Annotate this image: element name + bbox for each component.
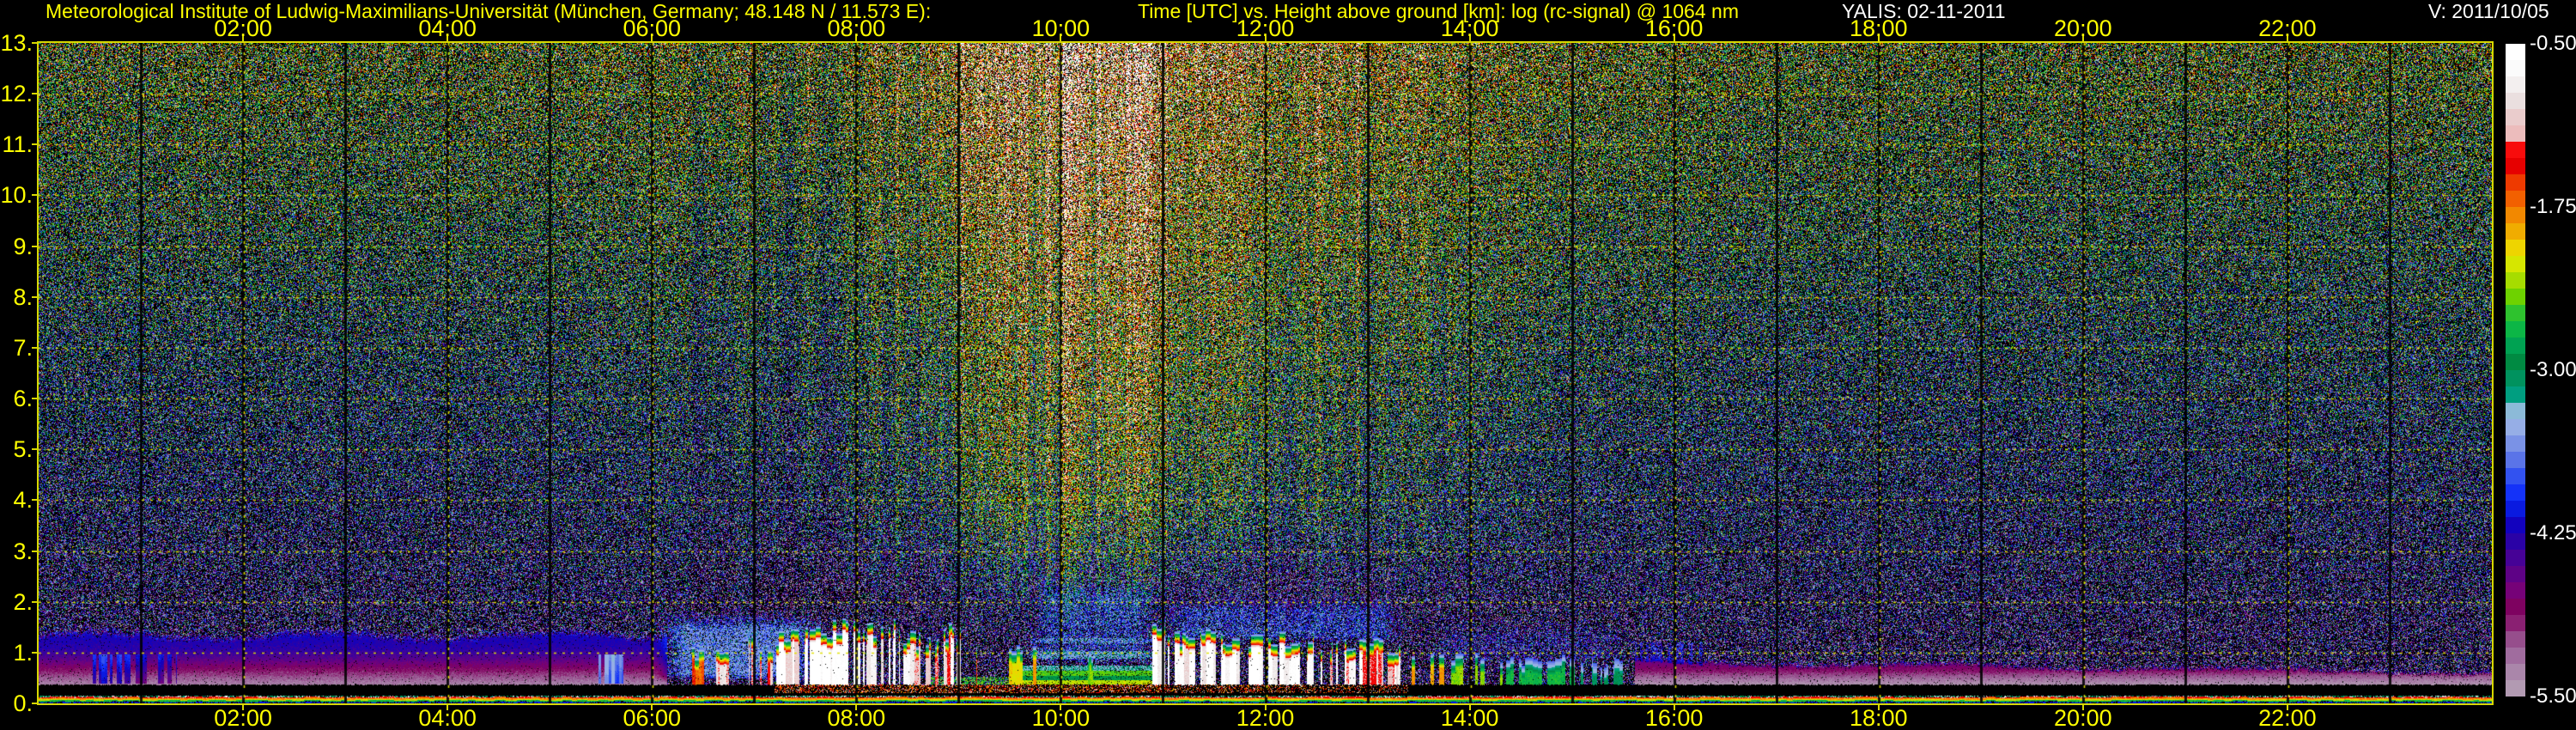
y-tick-label: 10.: [0, 182, 33, 209]
colorbar-label: -5.50: [2530, 684, 2576, 708]
colorbar-step: [2506, 158, 2525, 174]
colorbar-step: [2506, 517, 2525, 533]
colorbar-step: [2506, 76, 2525, 93]
colorbar-step: [2506, 142, 2525, 158]
plot-frame: [37, 41, 2494, 705]
colorbar-step: [2506, 631, 2525, 648]
page: { "header": { "institute": "Meteorologic…: [0, 0, 2576, 730]
colorbar-step: [2506, 207, 2525, 223]
colorbar-label: -4.25: [2530, 521, 2576, 544]
y-tick-label: 0.: [13, 690, 33, 716]
axis-tick: [242, 705, 245, 710]
y-tick-label: 4.: [13, 487, 33, 514]
colorbar-step: [2506, 191, 2525, 207]
axis-tick: [1468, 705, 1471, 710]
colorbar-step: [2506, 501, 2525, 517]
colorbar-step: [2506, 664, 2525, 680]
y-tick-label: 12.: [0, 81, 33, 107]
colorbar-step: [2506, 566, 2525, 582]
y-tick-label: 9.: [13, 233, 33, 259]
colorbar-step: [2506, 256, 2525, 272]
colorbar-label: -0.50: [2530, 32, 2576, 55]
colorbar-step: [2506, 484, 2525, 501]
y-tick-label: 1.: [13, 639, 33, 666]
y-tick-label: 7.: [13, 334, 33, 361]
colorbar-step: [2506, 305, 2525, 321]
axis-tick: [651, 705, 653, 710]
version-label: V: 2011/10/05: [2428, 0, 2549, 22]
colorbar-step: [2506, 615, 2525, 631]
axis-tick: [2286, 705, 2288, 710]
colorbar-step: [2506, 648, 2525, 664]
colorbar-step: [2506, 174, 2525, 191]
colorbar-step: [2506, 44, 2525, 60]
colorbar-label: -1.75: [2530, 195, 2576, 218]
colorbar-step: [2506, 582, 2525, 599]
colorbar-step: [2506, 289, 2525, 305]
colorbar-step: [2506, 680, 2525, 697]
colorbar-step: [2506, 419, 2525, 435]
axis-tick: [1673, 705, 1675, 710]
colorbar-step: [2506, 93, 2525, 109]
colorbar-step: [2506, 370, 2525, 386]
colorbar-step: [2506, 60, 2525, 76]
axis-tick: [1877, 705, 1880, 710]
institute-title: Meteorological Institute of Ludwig-Maxim…: [46, 0, 932, 22]
colorbar-step: [2506, 240, 2525, 256]
colorbar-step: [2506, 403, 2525, 419]
axis-tick: [2081, 705, 2084, 710]
y-tick-label: 8.: [13, 283, 33, 310]
y-tick-label: 6.: [13, 386, 33, 412]
colorbar-step: [2506, 109, 2525, 125]
y-tick-label: 13.: [0, 30, 33, 56]
colorbar-step: [2506, 223, 2525, 240]
colorbar-step: [2506, 125, 2525, 142]
colorbar-step: [2506, 272, 2525, 289]
colorbar-step: [2506, 321, 2525, 338]
colorbar-step: [2506, 338, 2525, 354]
colorbar-step: [2506, 452, 2525, 468]
colorbar-step: [2506, 533, 2525, 550]
colorbar-step: [2506, 354, 2525, 370]
colorbar-step: [2506, 599, 2525, 615]
axis-tick: [447, 705, 449, 710]
y-tick-label: 5.: [13, 436, 33, 463]
lidar-heatmap-canvas: [39, 43, 2492, 703]
colorbar-step: [2506, 386, 2525, 403]
colorbar-step: [2506, 550, 2525, 566]
axis-tick: [1060, 705, 1062, 710]
y-tick-label: 11.: [2, 131, 33, 158]
axis-tick: [1264, 705, 1267, 710]
y-tick-label: 3.: [13, 538, 33, 564]
colorbar-step: [2506, 468, 2525, 484]
colorbar: [2506, 44, 2525, 697]
colorbar-step: [2506, 435, 2525, 452]
axis-tick: [855, 705, 858, 710]
colorbar-label: -3.00: [2530, 358, 2576, 381]
y-tick-label: 2.: [13, 588, 33, 615]
